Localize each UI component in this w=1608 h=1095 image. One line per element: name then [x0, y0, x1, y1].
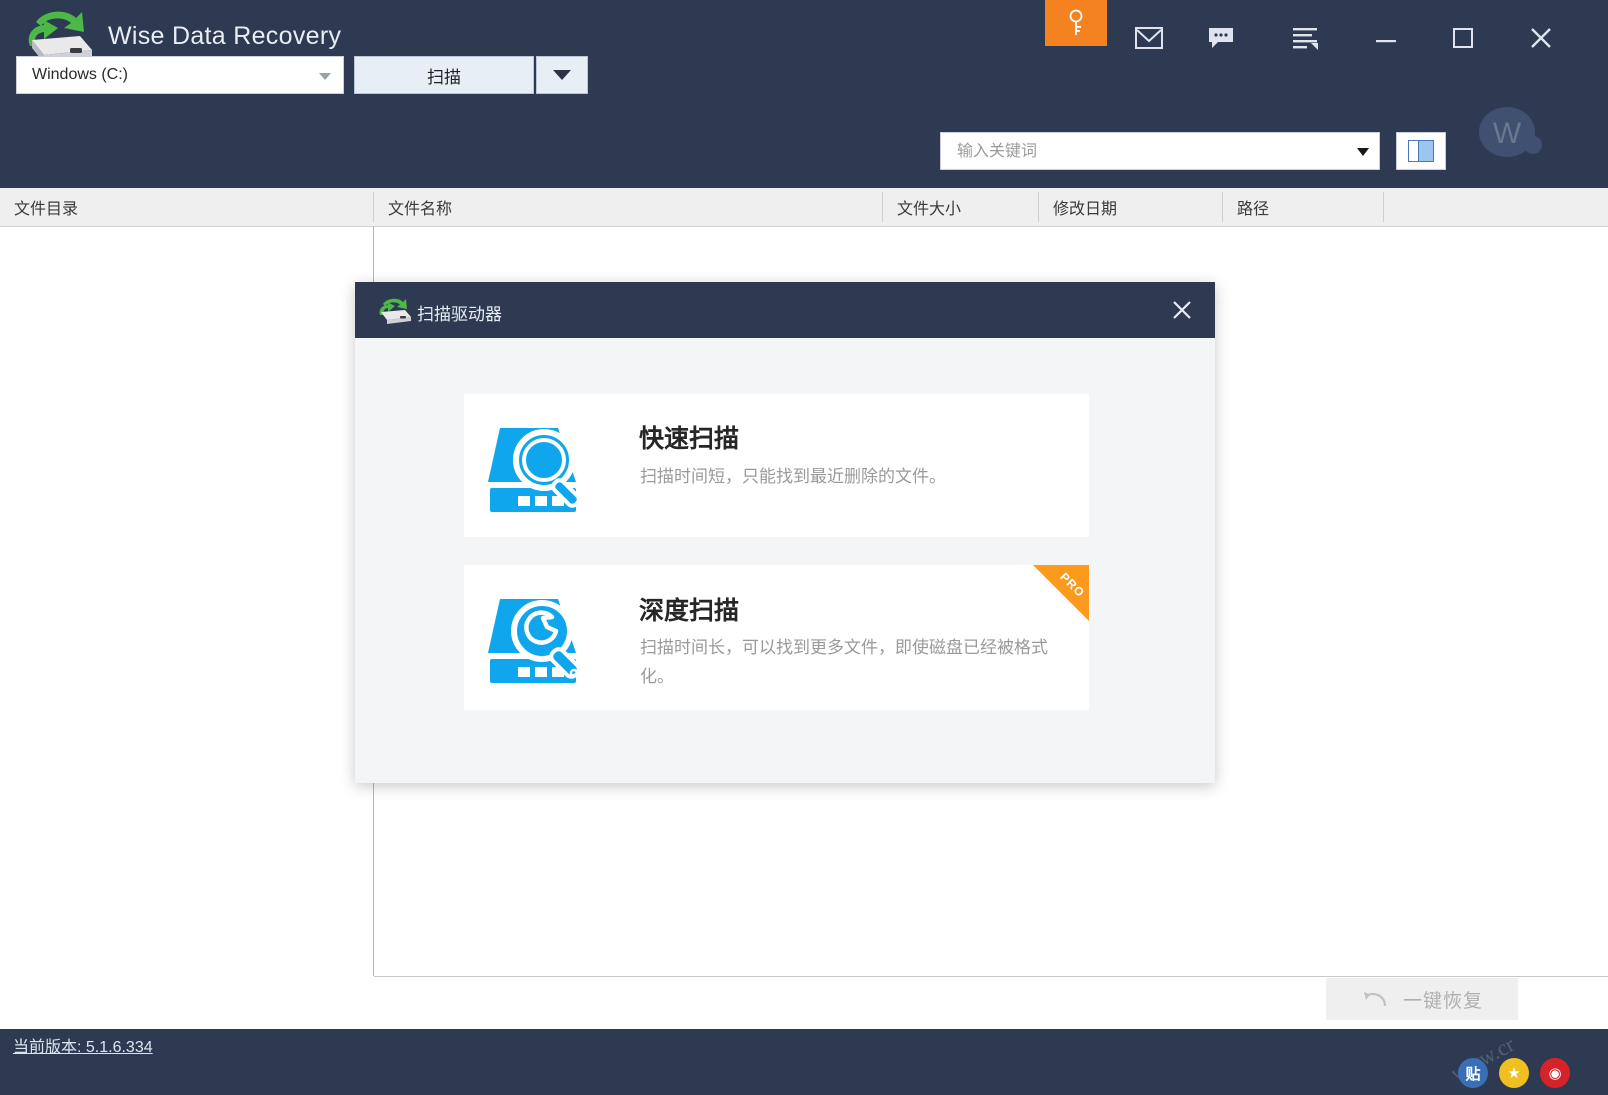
chevron-down-icon[interactable] [1357, 148, 1369, 156]
one-click-recover-button[interactable]: 一键恢复 [1326, 978, 1518, 1020]
social-weibo-button[interactable]: ◉ [1540, 1058, 1570, 1088]
drive-select[interactable]: Windows (C:) [16, 56, 344, 94]
application-window: Wise Data Recovery [0, 0, 1608, 1095]
column-header-filename[interactable]: 文件名称 [374, 188, 882, 226]
chat-bubble-icon [1207, 26, 1235, 50]
star-icon: ★ [1507, 1064, 1520, 1082]
disk-wrench-magnifier-icon [484, 587, 594, 689]
column-header-moddate[interactable]: 修改日期 [1039, 188, 1222, 226]
maximize-button[interactable] [1432, 0, 1494, 76]
disk-magnifier-icon [484, 416, 594, 518]
quick-scan-option[interactable]: 快速扫描 扫描时间短，只能找到最近删除的文件。 [464, 394, 1089, 537]
quick-scan-title: 快速扫描 [639, 419, 739, 455]
social-tieba-button[interactable]: 贴 [1458, 1058, 1488, 1088]
dialog-header: 扫描驱动器 [355, 282, 1215, 338]
scan-dropdown-button[interactable] [536, 56, 588, 94]
split-panel-icon [1408, 140, 1434, 162]
envelope-icon [1135, 27, 1163, 49]
drive-select-value: Windows (C:) [32, 66, 128, 84]
list-menu-icon [1292, 26, 1320, 50]
dialog-logo-icon [375, 296, 413, 324]
column-header-row: 文件目录 文件名称 文件大小 修改日期 路径 [0, 188, 1608, 227]
pro-badge: PRO [1033, 565, 1089, 621]
scan-drive-dialog: 扫描驱动器 快速扫描 [355, 282, 1215, 783]
close-icon [1529, 26, 1553, 50]
weibo-icon: ◉ [1548, 1064, 1561, 1082]
column-header-filesize[interactable]: 文件大小 [883, 188, 1038, 226]
status-bar [0, 1029, 1608, 1095]
chevron-down-icon [319, 73, 331, 80]
minimize-button[interactable] [1355, 0, 1417, 76]
dialog-close-button[interactable] [1161, 290, 1203, 330]
key-icon [1066, 8, 1086, 38]
license-key-button[interactable] [1045, 0, 1107, 46]
menu-button[interactable] [1275, 0, 1337, 76]
maximize-icon [1452, 27, 1474, 49]
deep-scan-title: 深度扫描 [639, 591, 739, 627]
quick-scan-description: 扫描时间短，只能找到最近删除的文件。 [640, 462, 1070, 491]
close-icon [1171, 299, 1193, 321]
scan-button[interactable]: 扫描 [354, 56, 534, 94]
chevron-down-icon [553, 70, 571, 80]
close-button[interactable] [1510, 0, 1572, 76]
deep-scan-option[interactable]: 深度扫描 扫描时间长，可以找到更多文件，即使磁盘已经被格式化。 PRO [464, 565, 1089, 710]
one-click-recover-label: 一键恢复 [1403, 986, 1483, 1013]
footer-separator [374, 976, 1608, 977]
column-divider[interactable] [1383, 192, 1384, 222]
mail-button[interactable] [1118, 0, 1180, 76]
search-input[interactable] [955, 133, 1339, 171]
panel-toggle-button[interactable] [1396, 132, 1446, 170]
app-title: Wise Data Recovery [108, 22, 341, 51]
search-input-wrapper[interactable] [940, 132, 1380, 170]
undo-arrow-icon [1361, 987, 1391, 1011]
column-header-tree[interactable]: 文件目录 [0, 188, 373, 226]
minimize-icon [1374, 32, 1398, 44]
version-link[interactable]: 当前版本: 5.1.6.334 [13, 1033, 153, 1057]
dialog-title: 扫描驱动器 [417, 300, 502, 325]
column-header-path[interactable]: 路径 [1223, 188, 1383, 226]
social-favorite-button[interactable]: ★ [1499, 1058, 1529, 1088]
deep-scan-description: 扫描时间长，可以找到更多文件，即使磁盘已经被格式化。 [640, 633, 1070, 691]
feedback-button[interactable] [1190, 0, 1252, 76]
social-tieba-label: 贴 [1465, 1063, 1480, 1084]
